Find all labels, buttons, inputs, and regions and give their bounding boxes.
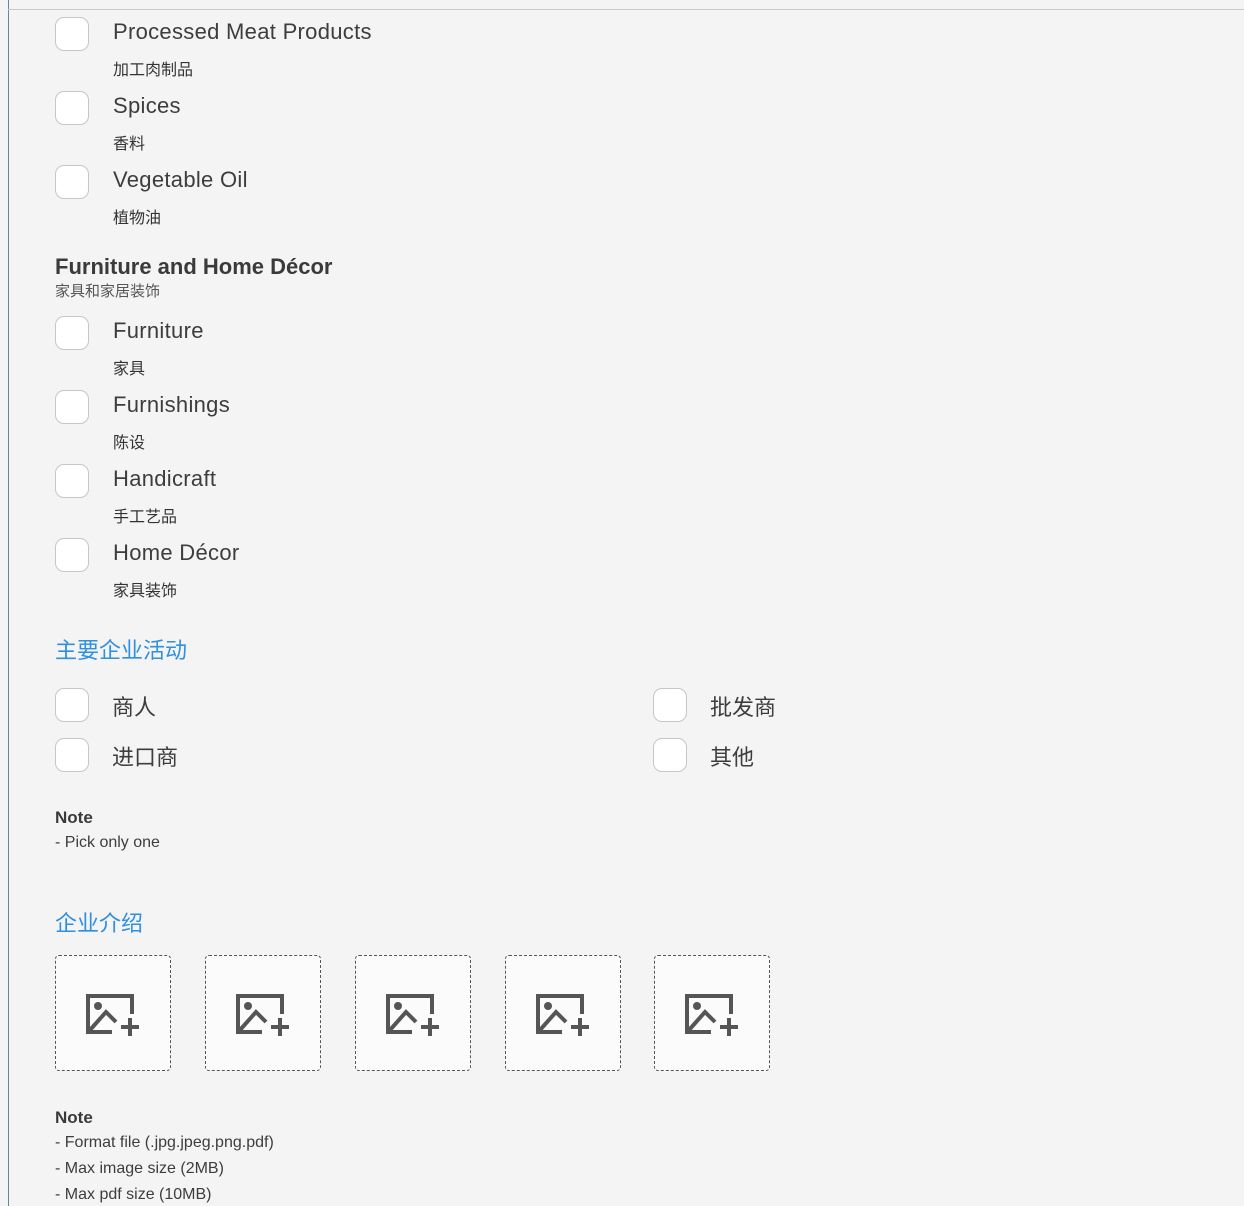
category-subtitle: 家具和家居装饰 xyxy=(55,283,161,300)
note-title: Note xyxy=(55,808,93,827)
activity-label: 进口商 xyxy=(112,745,179,770)
option-label: Vegetable Oil xyxy=(113,167,248,192)
checkbox-vegetable-oil[interactable] xyxy=(55,165,89,199)
checkbox-furniture[interactable] xyxy=(55,316,89,350)
checkbox-handicraft[interactable] xyxy=(55,464,89,498)
checkbox-spices[interactable] xyxy=(55,91,89,125)
note-line: - Max image size (2MB) xyxy=(55,1160,224,1177)
checkbox-other[interactable] xyxy=(653,738,687,772)
checkbox-furnishings[interactable] xyxy=(55,390,89,424)
checkbox-processed-meat-products[interactable] xyxy=(55,17,89,51)
image-upload-slot-4[interactable] xyxy=(505,955,621,1071)
note-line: - Format file (.jpg.jpeg.png.pdf) xyxy=(55,1134,274,1151)
image-upload-slot-1[interactable] xyxy=(55,955,171,1071)
option-label: Processed Meat Products xyxy=(113,19,372,44)
option-label: Spices xyxy=(113,93,181,118)
image-upload-slot-2[interactable] xyxy=(205,955,321,1071)
left-border xyxy=(8,0,9,1206)
option-sublabel: 香料 xyxy=(113,136,146,153)
company-intro-title: 企业介绍 xyxy=(55,911,144,936)
main-activity-title: 主要企业活动 xyxy=(55,638,188,663)
option-label: Home Décor xyxy=(113,540,240,565)
option-sublabel: 陈设 xyxy=(113,435,146,452)
add-image-icon xyxy=(685,994,738,1036)
note-line: - Max pdf size (10MB) xyxy=(55,1186,212,1203)
checkbox-merchant[interactable] xyxy=(55,688,89,722)
option-sublabel: 加工肉制品 xyxy=(113,62,194,79)
option-sublabel: 家具 xyxy=(113,361,146,378)
option-sublabel: 家具装饰 xyxy=(113,583,178,600)
add-image-icon xyxy=(536,994,589,1036)
top-border xyxy=(8,9,1244,10)
checkbox-importer[interactable] xyxy=(55,738,89,772)
checkbox-wholesaler[interactable] xyxy=(653,688,687,722)
option-label: Furnishings xyxy=(113,392,231,417)
image-upload-slot-5[interactable] xyxy=(654,955,770,1071)
option-sublabel: 植物油 xyxy=(113,210,162,227)
activity-label: 批发商 xyxy=(710,695,777,720)
note-title: Note xyxy=(55,1108,93,1127)
category-title: Furniture and Home Décor xyxy=(55,254,333,279)
add-image-icon xyxy=(236,994,289,1036)
add-image-icon xyxy=(386,994,439,1036)
add-image-icon xyxy=(86,994,139,1036)
activity-label: 其他 xyxy=(710,745,755,770)
checkbox-home-decor[interactable] xyxy=(55,538,89,572)
note-line: - Pick only one xyxy=(55,834,160,851)
activity-label: 商人 xyxy=(112,695,157,720)
image-upload-slot-3[interactable] xyxy=(355,955,471,1071)
option-sublabel: 手工艺品 xyxy=(113,509,178,526)
option-label: Furniture xyxy=(113,318,204,343)
option-label: Handicraft xyxy=(113,466,217,491)
